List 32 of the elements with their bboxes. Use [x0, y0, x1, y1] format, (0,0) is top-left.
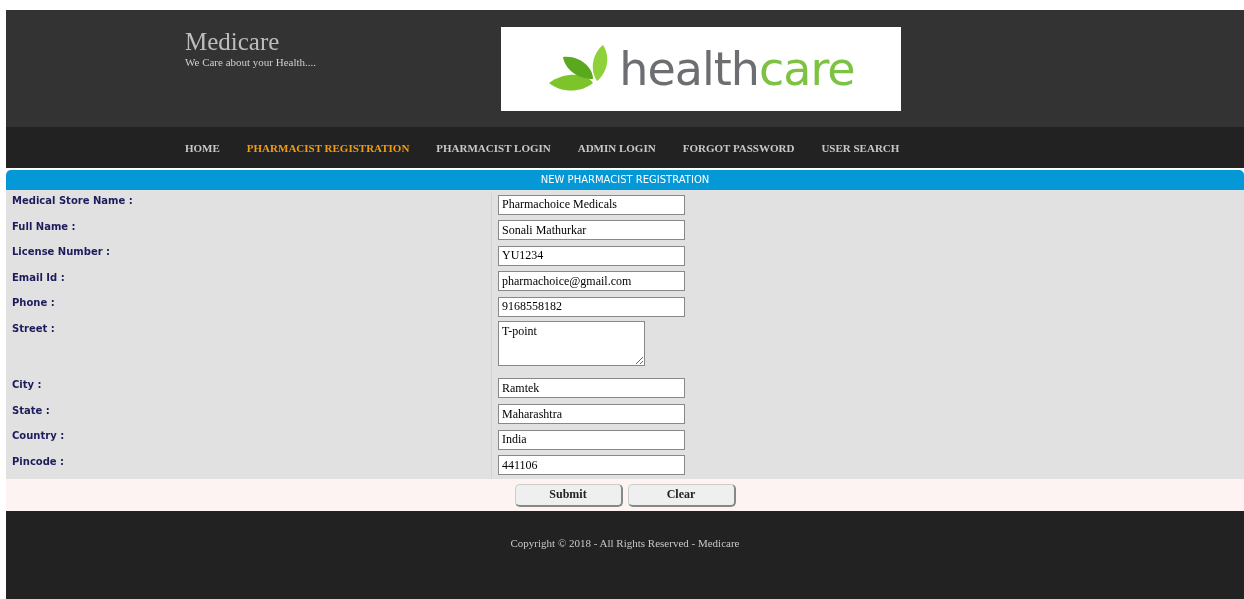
nav-link[interactable]: FORGOT PASSWORD [682, 141, 795, 154]
site-title: Medicare [185, 28, 281, 56]
form-header: NEW PHARMACIST REGISTRATION [6, 170, 1244, 190]
text-area[interactable]: T-point [498, 320, 645, 366]
form-button[interactable]: Clear [627, 483, 736, 507]
form-button[interactable]: Submit [514, 483, 623, 507]
nav-link[interactable]: ADMIN LOGIN [577, 141, 656, 154]
site-tagline: We Care about your Health.... [185, 56, 318, 68]
field-label: Country : [6, 428, 492, 454]
input-field[interactable]: Maharashtra [498, 404, 685, 425]
input-field[interactable]: Ramtek [498, 378, 685, 399]
input-field[interactable]: Sonali Mathurkar [498, 220, 685, 241]
field-label: Medical Store Name : [6, 193, 492, 219]
nav-link[interactable]: HOME [185, 141, 220, 154]
input-field[interactable]: pharmachoice@gmail.com [498, 271, 685, 292]
input-field[interactable]: 441106 [498, 455, 685, 476]
input-field[interactable]: 9168558182 [498, 296, 685, 317]
logo-text: healthcare [619, 41, 855, 97]
input-field[interactable]: India [498, 429, 685, 450]
field-label: Phone : [6, 295, 492, 321]
copyright-text: Copyright © 2018 - All Rights Reserved - Medicare [510, 537, 740, 552]
field-label: State : [6, 402, 492, 429]
field-label: City : [6, 376, 492, 403]
nav-link[interactable]: USER SEARCH [821, 141, 900, 154]
input-field[interactable]: Pharmachoice Medicals [498, 194, 685, 215]
nav-link[interactable]: PHARMACIST REGISTRATION [246, 141, 410, 154]
field-label: Full Name : [6, 218, 492, 245]
input-field[interactable]: YU1234 [498, 245, 685, 266]
field-label: License Number : [6, 244, 492, 270]
field-label: Street : [6, 320, 492, 377]
nav-link[interactable]: PHARMACIST LOGIN [436, 141, 551, 154]
field-label: Email Id : [6, 269, 492, 296]
